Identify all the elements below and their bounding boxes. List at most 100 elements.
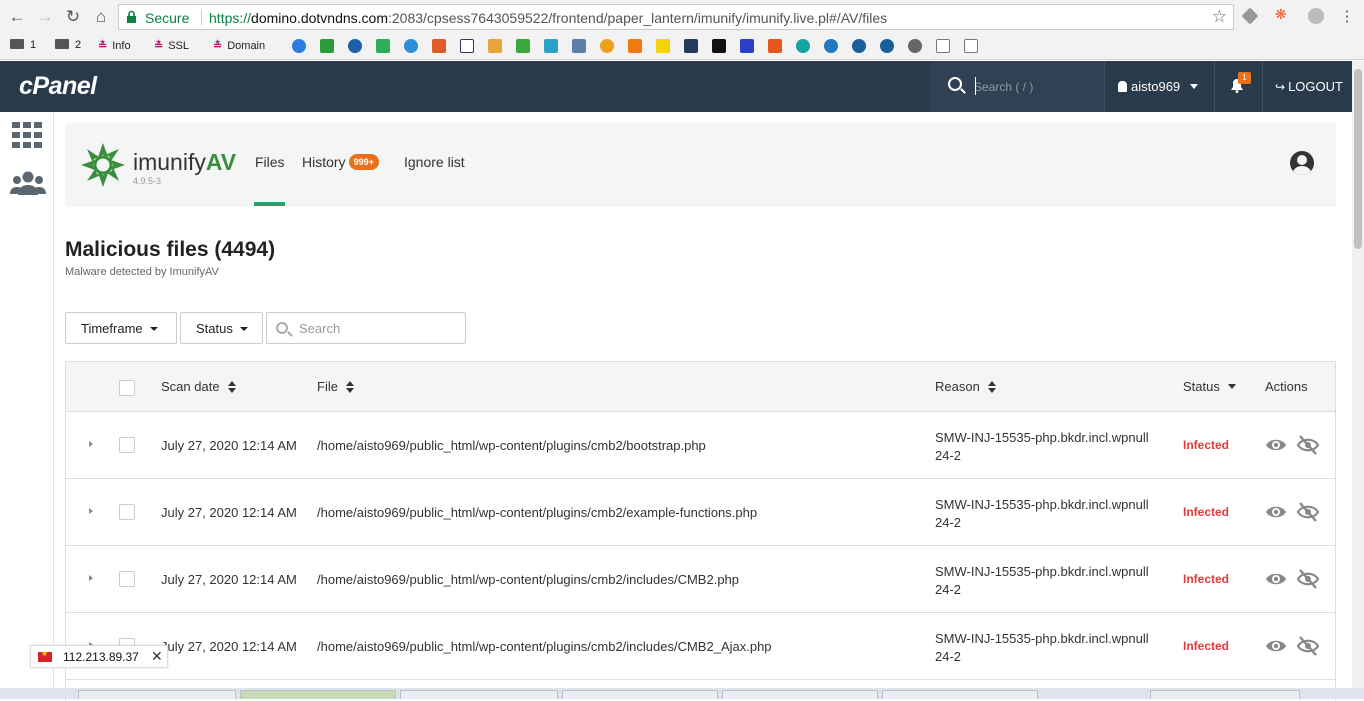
close-icon[interactable]: ✕ — [151, 648, 163, 665]
avatar[interactable] — [1290, 151, 1314, 175]
tab-ignore-list[interactable]: Ignore list — [404, 154, 465, 170]
view-eye-icon[interactable] — [1265, 503, 1287, 521]
tab-history[interactable]: History 999+ — [302, 154, 379, 170]
bookmark-ssl[interactable]: ≛ SSL — [154, 39, 189, 52]
bookmark-icon[interactable] — [740, 39, 754, 53]
bookmark-icon[interactable] — [348, 39, 362, 53]
expand-icon[interactable] — [89, 575, 93, 581]
timeframe-dropdown[interactable]: Timeframe — [65, 312, 177, 344]
ignore-eye-slash-icon[interactable] — [1296, 434, 1320, 456]
status-badge: Infected — [1183, 639, 1230, 653]
cpanel-search[interactable] — [930, 61, 1104, 112]
bookmark-icon[interactable] — [880, 39, 894, 53]
sidebar — [0, 112, 54, 692]
search-icon — [276, 322, 288, 334]
back-icon[interactable]: ← — [7, 7, 27, 27]
extension-icon[interactable] — [1308, 8, 1324, 24]
bookmark-icon[interactable] — [796, 39, 810, 53]
bookmark-folder-1[interactable]: 1 — [10, 39, 36, 51]
column-file[interactable]: File — [317, 379, 354, 394]
bookmark-icon[interactable] — [768, 39, 782, 53]
grid-icon[interactable] — [12, 122, 42, 148]
tab-files[interactable]: Files — [255, 154, 285, 170]
bookmark-icon[interactable] — [628, 39, 642, 53]
bookmark-icon[interactable] — [600, 39, 614, 53]
bookmark-icon: ≛ — [213, 40, 223, 52]
extension-icon[interactable]: ❋ — [1275, 6, 1291, 22]
page-icon[interactable] — [936, 39, 950, 53]
ignore-eye-slash-icon[interactable] — [1296, 635, 1320, 657]
bookmark-icon[interactable] — [656, 39, 670, 53]
view-eye-icon[interactable] — [1265, 637, 1287, 655]
logout-button[interactable]: ↪ LOGOUT — [1275, 79, 1343, 94]
url-text[interactable]: https://domino.dotvndns.com:2083/cpsess7… — [209, 10, 887, 26]
expand-icon[interactable] — [89, 508, 93, 514]
bookmark-icon[interactable] — [712, 39, 726, 53]
bookmark-star-icon[interactable]: ☆ — [1212, 7, 1227, 27]
row-checkbox[interactable] — [119, 437, 135, 453]
row-checkbox[interactable] — [119, 571, 135, 587]
home-icon[interactable]: ⌂ — [91, 7, 111, 27]
secure-label: Secure — [145, 10, 190, 26]
forward-icon[interactable]: → — [35, 7, 55, 27]
bookmark-icon[interactable] — [908, 39, 922, 53]
bookmark-icon[interactable] — [488, 39, 502, 53]
file-search-input[interactable] — [299, 320, 459, 336]
address-bar[interactable]: Secure https://domino.dotvndns.com:2083/… — [118, 4, 1234, 30]
bookmark-icon[interactable] — [460, 39, 474, 53]
bookmarks-bar: 1 2 ≛ Info ≛ SSL ≛ Domain — [0, 36, 1364, 58]
bookmark-icon[interactable] — [292, 39, 306, 53]
status-badge: Infected — [1183, 572, 1230, 586]
ip-toast: 112.213.89.37 ✕ — [30, 645, 168, 668]
bookmark-icon[interactable] — [432, 39, 446, 53]
taskbar-item[interactable] — [240, 690, 396, 699]
ignore-eye-slash-icon[interactable] — [1296, 501, 1320, 523]
cpanel-logo[interactable]: cPanel — [19, 72, 97, 101]
imunify-brand: imunifyAV — [133, 149, 237, 175]
select-all-checkbox[interactable] — [119, 380, 135, 396]
page-title: Malicious files (4494) — [65, 238, 276, 261]
search-icon — [948, 77, 962, 91]
page-scrollbar[interactable] — [1352, 61, 1364, 692]
bookmark-icon[interactable] — [320, 39, 334, 53]
menu-icon[interactable]: ⋮ — [1337, 7, 1357, 27]
users-icon[interactable] — [10, 170, 46, 196]
table-row: July 27, 2020 12:14 AM /home/aisto969/pu… — [66, 613, 1335, 680]
scan-date: July 27, 2020 12:14 AM — [161, 572, 297, 587]
scrollbar-thumb[interactable] — [1354, 69, 1362, 249]
column-reason[interactable]: Reason — [935, 379, 996, 394]
bookmark-icon[interactable] — [824, 39, 838, 53]
page-icon[interactable] — [964, 39, 978, 53]
column-status[interactable]: Status — [1183, 379, 1236, 394]
bookmark-folder-2[interactable]: 2 — [55, 39, 81, 51]
bookmark-domain[interactable]: ≛ Domain — [213, 39, 265, 52]
history-badge: 999+ — [348, 154, 379, 170]
bookmark-icon[interactable] — [852, 39, 866, 53]
view-eye-icon[interactable] — [1265, 436, 1287, 454]
cpanel-search-input[interactable] — [974, 78, 1094, 96]
bookmark-icon[interactable] — [376, 39, 390, 53]
status-dropdown[interactable]: Status — [180, 312, 263, 344]
taskbar-item[interactable] — [882, 690, 1038, 699]
user-menu[interactable]: aisto969 — [1118, 79, 1199, 94]
ip-address: 112.213.89.37 — [63, 650, 139, 664]
row-checkbox[interactable] — [119, 504, 135, 520]
ignore-eye-slash-icon[interactable] — [1296, 568, 1320, 590]
expand-icon[interactable] — [89, 441, 93, 447]
bookmark-icon[interactable] — [404, 39, 418, 53]
taskbar-item[interactable] — [78, 690, 236, 699]
column-scan-date[interactable]: Scan date — [161, 379, 236, 394]
bookmark-icon[interactable] — [544, 39, 558, 53]
view-eye-icon[interactable] — [1265, 570, 1287, 588]
taskbar-item[interactable] — [400, 690, 558, 699]
bookmark-icon[interactable] — [572, 39, 586, 53]
taskbar-item[interactable] — [1150, 690, 1300, 699]
bookmark-info[interactable]: ≛ Info — [98, 39, 131, 52]
bookmark-icon[interactable] — [516, 39, 530, 53]
bookmark-icon[interactable] — [684, 39, 698, 53]
reload-icon[interactable]: ↻ — [63, 7, 83, 27]
taskbar-item[interactable] — [562, 690, 718, 699]
file-search[interactable] — [266, 312, 466, 344]
taskbar-item[interactable] — [722, 690, 878, 699]
extension-icon[interactable] — [1241, 7, 1259, 25]
